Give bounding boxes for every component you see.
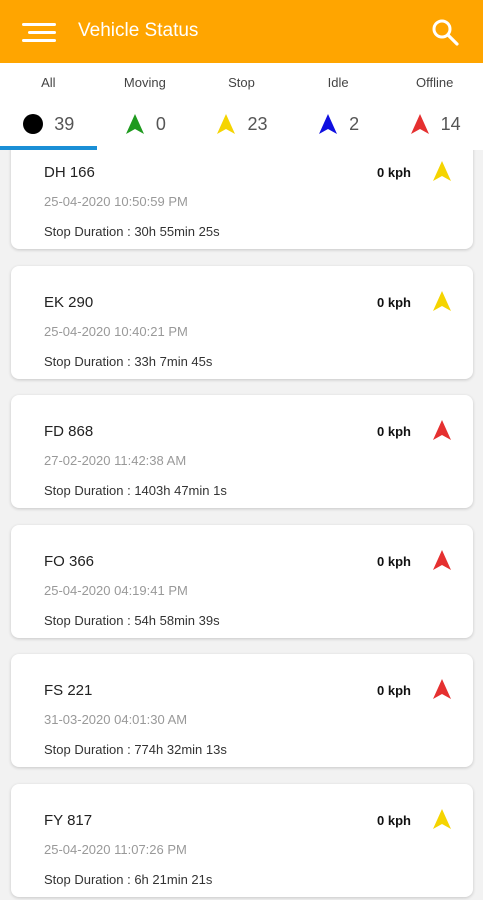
vehicle-card[interactable]: EK 290 0 kph 25-04-2020 10:40:21 PM Stop Du… xyxy=(11,265,473,379)
vehicle-timestamp: 25-04-2020 04:19:41 PM xyxy=(44,582,188,598)
vehicle-speed: 0 kph xyxy=(377,553,411,569)
vehicle-speed: 0 kph xyxy=(377,683,411,699)
vehicle-stop-duration: Stop Duration : 774h 32min 13s xyxy=(44,742,227,758)
tab-count-row: 23 xyxy=(193,111,290,137)
vehicle-timestamp: 27-02-2020 11:42:38 AM xyxy=(44,453,187,469)
offline-arrow-icon xyxy=(433,549,451,570)
tab-moving[interactable]: Moving 0 xyxy=(97,63,194,150)
tab-count: 2 xyxy=(349,113,360,134)
stop-arrow-icon xyxy=(433,161,451,181)
all-dot-icon xyxy=(23,114,44,134)
vehicle-list: DH 166 0 kph 25-04-2020 10:50:59 PM Stop Du… xyxy=(0,150,483,900)
tab-label: Stop xyxy=(228,75,255,90)
tab-count: 39 xyxy=(54,113,75,134)
vehicle-timestamp: 25-04-2020 10:50:59 PM xyxy=(44,194,188,209)
vehicle-card[interactable]: FD 868 0 kph 27-02-2020 11:42:38 AM Stop Du… xyxy=(11,395,473,509)
hamburger-menu-icon[interactable] xyxy=(22,21,56,43)
tab-label: Offline xyxy=(416,75,454,90)
tab-count-row: 2 xyxy=(290,111,387,137)
tab-label: Moving xyxy=(123,75,166,90)
vehicle-card[interactable]: FO 366 0 kph 25-04-2020 04:19:41 PM Stop Du… xyxy=(11,524,473,638)
vehicle-stop-duration: Stop Duration : 33h 7min 45s xyxy=(44,353,213,369)
vehicle-stop-duration: Stop Duration : 6h 21min 21s xyxy=(44,872,213,887)
offline-arrow-icon xyxy=(433,420,451,441)
vehicle-stop-duration: Stop Duration : 30h 55min 25s xyxy=(44,224,220,239)
status-tabs: All 39 Moving 0 Stop 23 Idle 2 Offline 14 xyxy=(0,63,483,150)
vehicle-speed: 0 kph xyxy=(377,294,411,310)
tab-label: Idle xyxy=(327,75,349,90)
vehicle-speed: 0 kph xyxy=(377,165,411,180)
page-title: Vehicle Status xyxy=(78,20,199,41)
tab-count: 23 xyxy=(247,113,268,134)
tab-label: All xyxy=(41,75,56,90)
vehicle-plate: FO 366 xyxy=(44,552,95,570)
moving-arrow-icon xyxy=(125,114,144,134)
vehicle-stop-duration: Stop Duration : 54h 58min 39s xyxy=(44,612,220,628)
stop-arrow-icon xyxy=(433,809,451,829)
stop-arrow-icon xyxy=(433,290,451,311)
vehicle-card[interactable]: FS 221 0 kph 31-03-2020 04:01:30 AM Stop Du… xyxy=(11,654,473,768)
tab-all[interactable]: All 39 xyxy=(0,63,97,150)
tab-count: 14 xyxy=(440,113,461,134)
offline-arrow-icon xyxy=(433,679,451,700)
tab-count-row: 39 xyxy=(0,111,97,137)
vehicle-stop-duration: Stop Duration : 1403h 47min 1s xyxy=(44,483,227,499)
stop-arrow-icon xyxy=(217,114,236,134)
vehicle-plate: FS 221 xyxy=(44,682,93,700)
vehicle-timestamp: 31-03-2020 04:01:30 AM xyxy=(44,712,188,728)
vehicle-timestamp: 25-04-2020 10:40:21 PM xyxy=(44,323,188,339)
offline-arrow-icon xyxy=(410,114,429,134)
vehicle-card[interactable]: FY 817 0 kph 25-04-2020 11:07:26 PM Stop Du… xyxy=(11,784,473,897)
vehicle-timestamp: 25-04-2020 11:07:26 PM xyxy=(44,842,187,857)
vehicle-speed: 0 kph xyxy=(377,813,411,828)
vehicle-plate: EK 290 xyxy=(44,293,94,311)
vehicle-card[interactable]: DH 166 0 kph 25-04-2020 10:50:59 PM Stop Du… xyxy=(11,150,473,249)
search-icon[interactable] xyxy=(430,17,460,47)
app-bar: Vehicle Status xyxy=(0,0,483,63)
vehicle-plate: DH 166 xyxy=(44,164,95,181)
vehicle-plate: FD 868 xyxy=(44,423,94,441)
tab-idle[interactable]: Idle 2 xyxy=(290,63,387,150)
tab-count-row: 0 xyxy=(97,111,194,137)
tab-stop[interactable]: Stop 23 xyxy=(193,63,290,150)
idle-arrow-icon xyxy=(319,114,338,134)
tab-offline[interactable]: Offline 14 xyxy=(386,63,483,150)
tab-count-row: 14 xyxy=(386,111,483,137)
vehicle-plate: FY 817 xyxy=(44,812,93,829)
vehicle-speed: 0 kph xyxy=(377,424,411,440)
tab-count: 0 xyxy=(155,113,166,134)
